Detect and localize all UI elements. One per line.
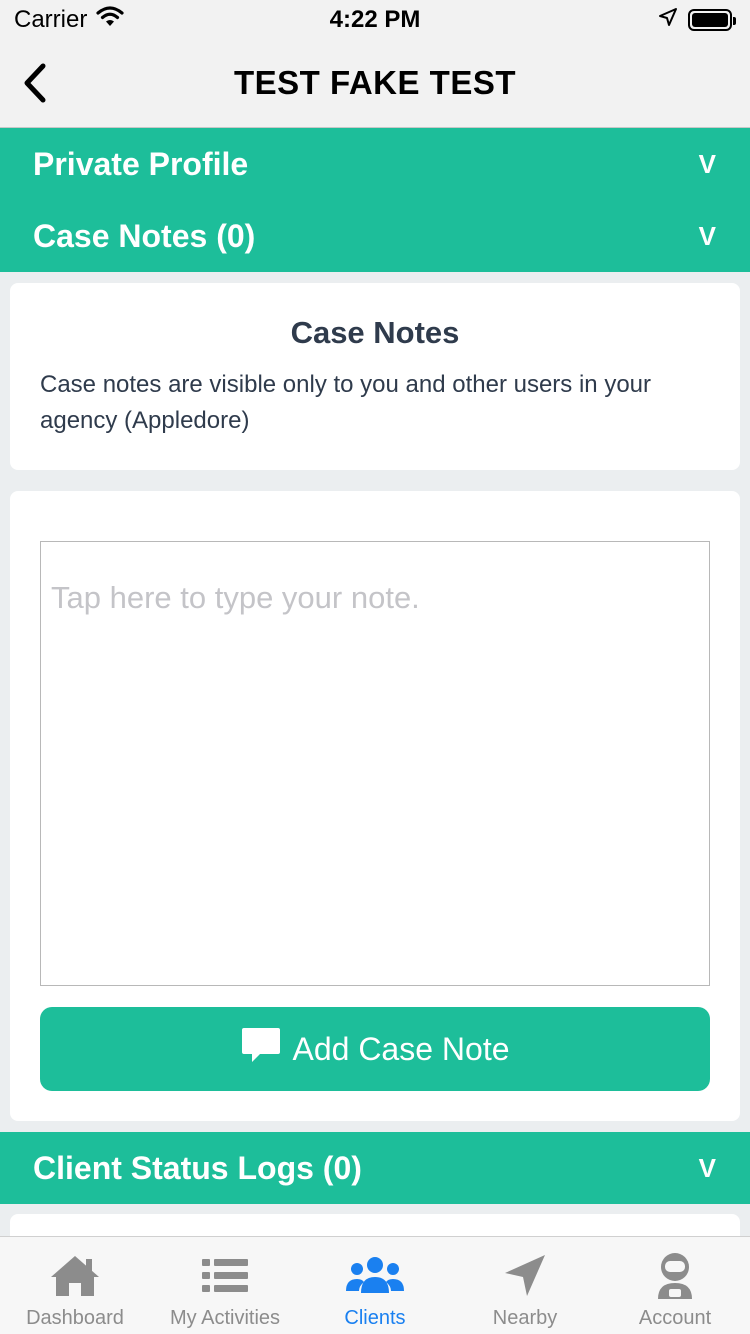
battery-icon bbox=[688, 9, 736, 31]
case-notes-info-card: Case Notes Case notes are visible only t… bbox=[10, 283, 740, 470]
section-label: Client Status Logs (0) bbox=[33, 1149, 362, 1186]
tab-label: Account bbox=[638, 1307, 712, 1329]
speech-bubble-icon bbox=[240, 1024, 282, 1074]
wifi-icon bbox=[95, 5, 125, 35]
tab-account[interactable]: Account bbox=[600, 1237, 750, 1334]
page-title: TEST FAKE TEST bbox=[233, 64, 517, 101]
note-input[interactable] bbox=[40, 541, 710, 986]
nav-bar: TEST FAKE TEST bbox=[0, 40, 750, 128]
location-arrow-icon bbox=[658, 6, 678, 34]
chevron-down-icon: V bbox=[698, 220, 716, 251]
case-notes-title: Case Notes bbox=[290, 315, 460, 350]
carrier-label: Carrier bbox=[14, 6, 88, 33]
case-notes-description: Case notes are visible only to you and o… bbox=[40, 371, 652, 434]
tab-dashboard[interactable]: Dashboard bbox=[0, 1237, 150, 1334]
astronaut-icon bbox=[652, 1251, 698, 1301]
users-icon bbox=[345, 1251, 405, 1301]
section-label: Private Profile bbox=[33, 145, 249, 182]
tab-clients[interactable]: Clients bbox=[300, 1237, 450, 1334]
location-arrow-icon bbox=[501, 1251, 549, 1301]
tab-label: Dashboard bbox=[26, 1307, 124, 1329]
section-header-private-profile[interactable]: Private Profile V bbox=[0, 128, 750, 200]
section-header-client-status-logs[interactable]: Client Status Logs (0) V bbox=[0, 1132, 750, 1204]
section-header-case-notes[interactable]: Case Notes (0) V bbox=[0, 200, 750, 272]
tab-bar: Dashboard My Activities Clients Nearby A… bbox=[0, 1236, 750, 1334]
chevron-down-icon: V bbox=[698, 1152, 716, 1183]
add-case-note-button[interactable]: Add Case Note bbox=[40, 1007, 710, 1091]
tab-my-activities[interactable]: My Activities bbox=[150, 1237, 300, 1334]
list-icon bbox=[200, 1251, 250, 1301]
tab-label: Nearby bbox=[492, 1307, 558, 1329]
tab-label: Clients bbox=[344, 1307, 406, 1329]
section-label: Case Notes (0) bbox=[33, 217, 256, 254]
chevron-down-icon: V bbox=[698, 148, 716, 179]
note-editor-card: Add Case Note bbox=[10, 491, 740, 1121]
tab-label: My Activities bbox=[169, 1307, 281, 1329]
home-icon bbox=[48, 1251, 102, 1301]
add-case-note-label: Add Case Note bbox=[292, 1030, 510, 1067]
tab-nearby[interactable]: Nearby bbox=[450, 1237, 600, 1334]
status-bar: Carrier 4:22 PM bbox=[0, 0, 750, 40]
